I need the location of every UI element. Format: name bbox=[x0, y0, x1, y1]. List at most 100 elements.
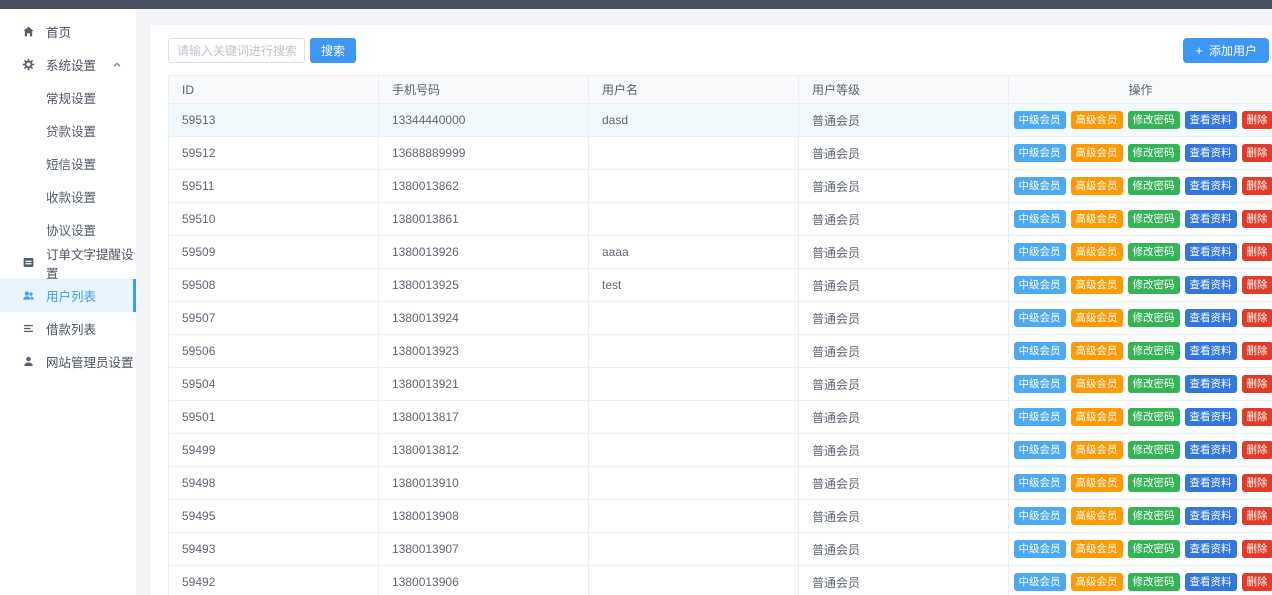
mid-member-button[interactable]: 中级会员 bbox=[1014, 111, 1066, 129]
delete-button[interactable]: 删除 bbox=[1242, 474, 1272, 492]
mid-member-button[interactable]: 中级会员 bbox=[1014, 276, 1066, 294]
view-profile-button[interactable]: 查看资料 bbox=[1185, 111, 1237, 129]
delete-button[interactable]: 删除 bbox=[1242, 342, 1272, 360]
sidebar-item-site-admin-settings[interactable]: 网站管理员设置 bbox=[0, 345, 136, 378]
mid-member-button[interactable]: 中级会员 bbox=[1014, 210, 1066, 228]
view-profile-button[interactable]: 查看资料 bbox=[1185, 342, 1237, 360]
view-profile-button[interactable]: 查看资料 bbox=[1185, 408, 1237, 426]
mid-member-button[interactable]: 中级会员 bbox=[1014, 573, 1066, 591]
cell-username bbox=[589, 401, 799, 434]
view-profile-button[interactable]: 查看资料 bbox=[1185, 507, 1237, 525]
list-icon bbox=[22, 322, 35, 335]
senior-member-button[interactable]: 高级会员 bbox=[1071, 507, 1123, 525]
senior-member-button[interactable]: 高级会员 bbox=[1071, 408, 1123, 426]
change-password-button[interactable]: 修改密码 bbox=[1128, 474, 1180, 492]
senior-member-button[interactable]: 高级会员 bbox=[1071, 342, 1123, 360]
mid-member-button[interactable]: 中级会员 bbox=[1014, 342, 1066, 360]
delete-button[interactable]: 删除 bbox=[1242, 144, 1272, 162]
sidebar-item-system-settings[interactable]: 系统设置 bbox=[0, 48, 136, 81]
senior-member-button[interactable]: 高级会员 bbox=[1071, 210, 1123, 228]
view-profile-button[interactable]: 查看资料 bbox=[1185, 540, 1237, 558]
change-password-button[interactable]: 修改密码 bbox=[1128, 573, 1180, 591]
user-table: ID 手机号码 用户名 用户等级 操作 5951313344440000dasd… bbox=[168, 75, 1272, 595]
cell-id: 59511 bbox=[169, 170, 379, 203]
delete-button[interactable]: 删除 bbox=[1242, 375, 1272, 393]
delete-button[interactable]: 删除 bbox=[1242, 210, 1272, 228]
delete-button[interactable]: 删除 bbox=[1242, 540, 1272, 558]
sidebar-item-agreement-settings[interactable]: 协议设置 bbox=[0, 213, 136, 246]
view-profile-button[interactable]: 查看资料 bbox=[1185, 441, 1237, 459]
senior-member-button[interactable]: 高级会员 bbox=[1071, 375, 1123, 393]
change-password-button[interactable]: 修改密码 bbox=[1128, 177, 1180, 195]
mid-member-button[interactable]: 中级会员 bbox=[1014, 309, 1066, 327]
change-password-button[interactable]: 修改密码 bbox=[1128, 210, 1180, 228]
change-password-button[interactable]: 修改密码 bbox=[1128, 375, 1180, 393]
view-profile-button[interactable]: 查看资料 bbox=[1185, 210, 1237, 228]
view-profile-button[interactable]: 查看资料 bbox=[1185, 573, 1237, 591]
senior-member-button[interactable]: 高级会员 bbox=[1071, 474, 1123, 492]
cell-actions: 中级会员高级会员修改密码查看资料删除 bbox=[1009, 236, 1272, 269]
search-button[interactable]: 搜索 bbox=[310, 38, 356, 63]
change-password-button[interactable]: 修改密码 bbox=[1128, 342, 1180, 360]
mid-member-button[interactable]: 中级会员 bbox=[1014, 474, 1066, 492]
delete-button[interactable]: 删除 bbox=[1242, 243, 1272, 261]
delete-button[interactable]: 删除 bbox=[1242, 441, 1272, 459]
mid-member-button[interactable]: 中级会员 bbox=[1014, 408, 1066, 426]
sidebar-item-label: 订单文字提醒设置 bbox=[46, 244, 136, 282]
sidebar-item-borrow-list[interactable]: 借款列表 bbox=[0, 312, 136, 345]
sidebar-item-order-text-reminder[interactable]: 订单文字提醒设置 bbox=[0, 246, 136, 279]
view-profile-button[interactable]: 查看资料 bbox=[1185, 375, 1237, 393]
change-password-button[interactable]: 修改密码 bbox=[1128, 276, 1180, 294]
view-profile-button[interactable]: 查看资料 bbox=[1185, 144, 1237, 162]
mid-member-button[interactable]: 中级会员 bbox=[1014, 540, 1066, 558]
senior-member-button[interactable]: 高级会员 bbox=[1071, 177, 1123, 195]
senior-member-button[interactable]: 高级会员 bbox=[1071, 144, 1123, 162]
cell-username bbox=[589, 335, 799, 368]
delete-button[interactable]: 删除 bbox=[1242, 177, 1272, 195]
senior-member-button[interactable]: 高级会员 bbox=[1071, 441, 1123, 459]
mid-member-button[interactable]: 中级会员 bbox=[1014, 375, 1066, 393]
senior-member-button[interactable]: 高级会员 bbox=[1071, 276, 1123, 294]
delete-button[interactable]: 删除 bbox=[1242, 276, 1272, 294]
mid-member-button[interactable]: 中级会员 bbox=[1014, 177, 1066, 195]
change-password-button[interactable]: 修改密码 bbox=[1128, 111, 1180, 129]
change-password-button[interactable]: 修改密码 bbox=[1128, 309, 1180, 327]
sidebar-item-user-list[interactable]: 用户列表 bbox=[0, 279, 136, 312]
sidebar-item-home[interactable]: 首页 bbox=[0, 15, 136, 48]
cell-level: 普通会员 bbox=[799, 170, 1009, 203]
cell-id: 59513 bbox=[169, 104, 379, 137]
sidebar-item-sms-settings[interactable]: 短信设置 bbox=[0, 147, 136, 180]
cell-phone: 1380013926 bbox=[379, 236, 589, 269]
senior-member-button[interactable]: 高级会员 bbox=[1071, 243, 1123, 261]
mid-member-button[interactable]: 中级会员 bbox=[1014, 507, 1066, 525]
sidebar-item-loan-settings[interactable]: 贷款设置 bbox=[0, 114, 136, 147]
view-profile-button[interactable]: 查看资料 bbox=[1185, 177, 1237, 195]
change-password-button[interactable]: 修改密码 bbox=[1128, 441, 1180, 459]
change-password-button[interactable]: 修改密码 bbox=[1128, 507, 1180, 525]
change-password-button[interactable]: 修改密码 bbox=[1128, 540, 1180, 558]
view-profile-button[interactable]: 查看资料 bbox=[1185, 276, 1237, 294]
delete-button[interactable]: 删除 bbox=[1242, 309, 1272, 327]
view-profile-button[interactable]: 查看资料 bbox=[1185, 474, 1237, 492]
senior-member-button[interactable]: 高级会员 bbox=[1071, 573, 1123, 591]
view-profile-button[interactable]: 查看资料 bbox=[1185, 243, 1237, 261]
change-password-button[interactable]: 修改密码 bbox=[1128, 243, 1180, 261]
mid-member-button[interactable]: 中级会员 bbox=[1014, 243, 1066, 261]
delete-button[interactable]: 删除 bbox=[1242, 573, 1272, 591]
cell-level: 普通会员 bbox=[799, 302, 1009, 335]
change-password-button[interactable]: 修改密码 bbox=[1128, 408, 1180, 426]
senior-member-button[interactable]: 高级会员 bbox=[1071, 540, 1123, 558]
mid-member-button[interactable]: 中级会员 bbox=[1014, 144, 1066, 162]
delete-button[interactable]: 删除 bbox=[1242, 507, 1272, 525]
senior-member-button[interactable]: 高级会员 bbox=[1071, 111, 1123, 129]
mid-member-button[interactable]: 中级会员 bbox=[1014, 441, 1066, 459]
change-password-button[interactable]: 修改密码 bbox=[1128, 144, 1180, 162]
delete-button[interactable]: 删除 bbox=[1242, 111, 1272, 129]
view-profile-button[interactable]: 查看资料 bbox=[1185, 309, 1237, 327]
sidebar-item-payment-settings[interactable]: 收款设置 bbox=[0, 180, 136, 213]
senior-member-button[interactable]: 高级会员 bbox=[1071, 309, 1123, 327]
sidebar-item-general-settings[interactable]: 常规设置 bbox=[0, 81, 136, 114]
search-input[interactable] bbox=[168, 38, 305, 63]
delete-button[interactable]: 删除 bbox=[1242, 408, 1272, 426]
add-user-button[interactable]: + 添加用户 bbox=[1183, 38, 1269, 63]
